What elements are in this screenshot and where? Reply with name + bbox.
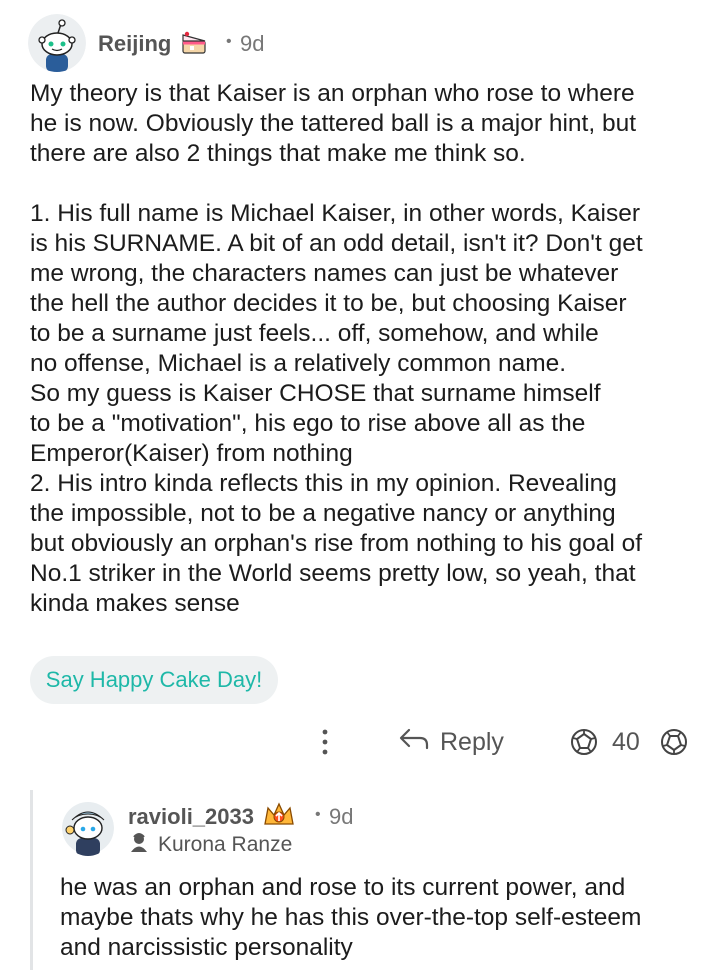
upvote-icon[interactable] bbox=[568, 726, 600, 763]
vote-count: 40 bbox=[612, 728, 640, 756]
time-separator: • bbox=[226, 33, 232, 50]
reply-label: Reply bbox=[440, 727, 504, 756]
happy-cake-day-button[interactable]: Say Happy Cake Day! bbox=[30, 656, 278, 704]
comment-username[interactable]: Reijing bbox=[98, 31, 171, 57]
snoo-avatar-icon bbox=[28, 14, 86, 72]
cake-day-icon bbox=[180, 29, 208, 60]
comment-body: My theory is that Kaiser is an orphan wh… bbox=[30, 80, 643, 617]
comment-timestamp: 9d bbox=[240, 31, 265, 56]
flair-text: Kurona Ranze bbox=[158, 833, 293, 856]
reply-username[interactable]: ravioli_2033 bbox=[128, 804, 254, 830]
downvote-icon[interactable] bbox=[658, 726, 690, 763]
more-vertical-icon[interactable] bbox=[310, 726, 340, 758]
reply-timestamp: 9d bbox=[329, 804, 354, 829]
snoo-avatar-icon bbox=[62, 802, 114, 856]
reply-arrow-icon bbox=[398, 727, 430, 758]
reply-time-separator: • bbox=[315, 806, 321, 823]
comment-action-bar: Reply 40 bbox=[0, 718, 719, 766]
crown-award-icon bbox=[262, 800, 296, 835]
reply-body: he was an orphan and rose to its current… bbox=[60, 874, 642, 961]
user-flair: Kurona Ranze bbox=[128, 831, 292, 859]
reply-button[interactable]: Reply bbox=[398, 724, 504, 760]
thread-line[interactable] bbox=[30, 790, 33, 970]
reply-user-avatar[interactable] bbox=[62, 800, 114, 856]
user-avatar[interactable] bbox=[28, 14, 86, 72]
flair-avatar-icon bbox=[128, 831, 150, 859]
